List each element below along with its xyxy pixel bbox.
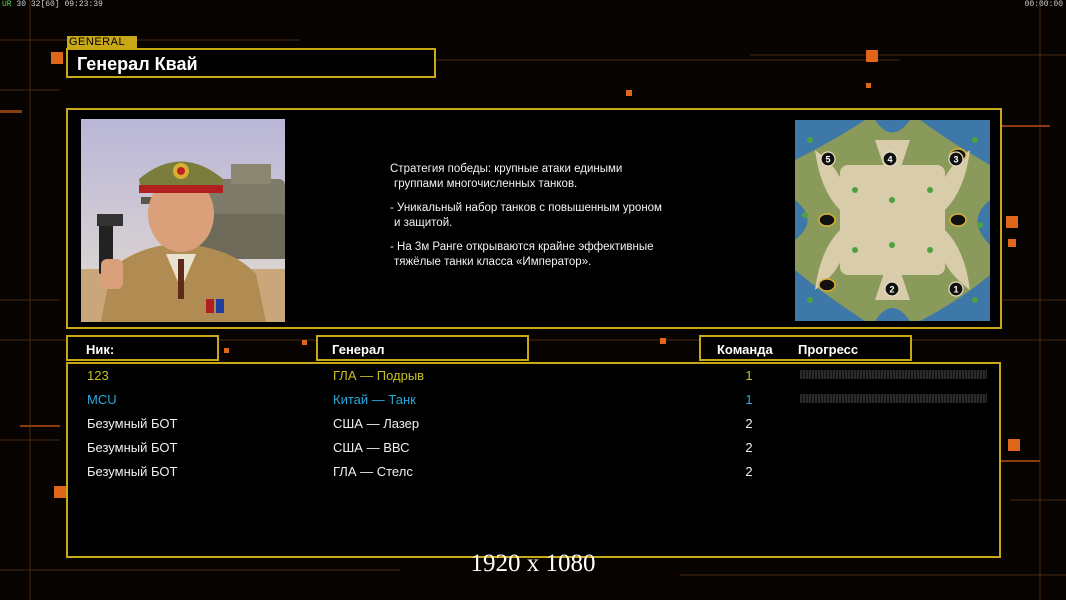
stats-readout: UR 30 32[60] 09:23:39 [2, 0, 103, 9]
player-team: 2 [745, 416, 753, 431]
player-general: Китай — Танк [333, 392, 416, 407]
player-row[interactable]: MCU Китай — Танк 1 [68, 389, 999, 413]
general-info-panel: Стратегия победы: крупные атаки едиными … [66, 108, 1002, 329]
strategy-description: Стратегия победы: крупные атаки едиными … [390, 162, 710, 279]
column-header-team-label: Команда [717, 342, 773, 357]
column-header-nick-label: Ник: [86, 342, 115, 357]
column-header-team-progress: Команда Прогресс [699, 335, 912, 361]
strategy-line: - Уникальный набор танков с повышенным у… [390, 202, 662, 214]
stat-values: 30 32 [16, 0, 41, 9]
general-name: Генерал Квай [77, 54, 198, 74]
player-general: ГЛА — Стелс [333, 464, 413, 479]
strategy-line: группами многочисленных танков. [394, 177, 578, 190]
start-position-label: 1 [953, 285, 958, 295]
strategy-line: и защитой. [394, 216, 453, 229]
strategy-line: Стратегия победы: крупные атаки едиными [390, 163, 623, 175]
player-list: 123 ГЛА — Подрыв 1 MCU Китай — Танк 1 Безумный… [66, 362, 1001, 558]
general-badge: GENERAL [67, 36, 137, 48]
map-preview[interactable]: 5 4 3 2 1 [795, 120, 990, 321]
column-header-progress-label: Прогресс [798, 342, 859, 357]
column-header-general: Генерал [316, 335, 529, 361]
player-team: 1 [745, 368, 753, 383]
player-nick: Безумный БОТ [87, 416, 178, 431]
clock: 09:23:39 [64, 0, 103, 9]
general-portrait [81, 119, 285, 322]
column-header-nick: Ник: [66, 335, 219, 361]
stat-fps: [60] [40, 0, 60, 9]
stat-ur: UR [2, 0, 12, 9]
player-row[interactable]: Безумный БОТ ГЛА — Стелс 2 [68, 461, 999, 485]
start-position-label: 5 [825, 155, 830, 165]
resolution-caption: 1920 x 1080 [470, 550, 596, 577]
column-header-general-label: Генерал [332, 342, 385, 357]
player-row[interactable]: Безумный БОТ США — Лазер 2 [68, 413, 999, 437]
start-position-label: 3 [953, 155, 958, 165]
player-nick: Безумный БОТ [87, 464, 178, 479]
player-general: ГЛА — Подрыв [333, 368, 425, 383]
player-row[interactable]: Безумный БОТ США — ВВС 2 [68, 437, 999, 461]
player-general: США — Лазер [333, 416, 420, 431]
game-timer: 00:00:00 [1024, 0, 1063, 9]
player-general: США — ВВС [333, 440, 410, 455]
load-progress-bar [800, 370, 987, 379]
player-nick: Безумный БОТ [87, 440, 178, 455]
player-team: 1 [745, 392, 753, 407]
start-position-label: 2 [889, 285, 894, 295]
player-team: 2 [745, 440, 753, 455]
player-nick: MCU [87, 392, 117, 407]
load-progress-bar [800, 394, 987, 403]
start-position-label: 4 [887, 155, 892, 165]
strategy-line: - На 3м Ранге открываются крайне эффекти… [390, 241, 654, 253]
player-team: 2 [745, 464, 753, 479]
player-row[interactable]: 123 ГЛА — Подрыв 1 [68, 365, 999, 389]
player-nick: 123 [87, 368, 109, 383]
strategy-line: тяжёлые танки класса «Император». [394, 255, 592, 268]
general-title-box: Генерал Квай [66, 48, 436, 78]
